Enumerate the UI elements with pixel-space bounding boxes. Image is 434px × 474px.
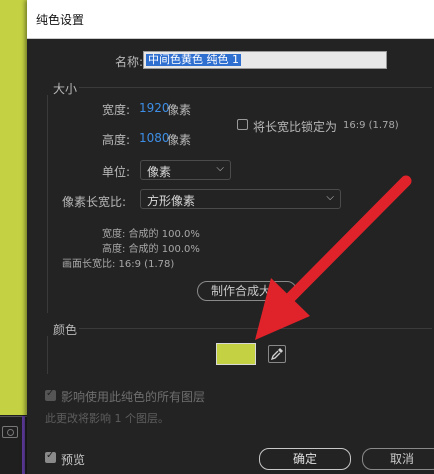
name-input[interactable]: 中间色黄色 纯色 1 — [143, 51, 387, 69]
dialog-titlebar: 纯色设置 — [27, 0, 434, 39]
height-value[interactable]: 1080 — [139, 131, 170, 145]
name-label: 名称: — [115, 55, 144, 69]
chevron-down-icon: ⌵ — [326, 192, 334, 203]
affect-all-layers-checkbox[interactable] — [45, 388, 56, 401]
camera-icon[interactable] — [2, 426, 18, 438]
ok-button[interactable]: 确定 — [259, 448, 351, 470]
unit-select[interactable]: 像素 ⌵ — [140, 160, 231, 180]
name-input-value: 中间色黄色 纯色 1 — [146, 53, 241, 66]
eyedropper-icon — [270, 348, 283, 361]
width-value[interactable]: 1920 — [139, 101, 170, 115]
height-label: 高度: — [102, 133, 131, 147]
comp-width-info: 宽度: 合成的 100.0% — [102, 229, 200, 240]
frame-aspect-info: 画面长宽比: 16:9 (1.78) — [62, 259, 175, 270]
unit-select-value: 像素 — [147, 165, 172, 179]
size-group-border — [47, 95, 48, 313]
affect-all-layers-label: 影响使用此纯色的所有图层 — [61, 390, 206, 404]
solid-settings-dialog: 纯色设置 名称: 中间色黄色 纯色 1 大小 宽度: 1920 像素 高度: 1… — [27, 0, 434, 474]
timeline-marker — [22, 416, 25, 474]
pixel-aspect-select-value: 方形像素 — [147, 194, 196, 208]
preview-checkbox[interactable] — [45, 450, 56, 463]
unit-label: 单位: — [102, 165, 131, 179]
preview-label: 预览 — [61, 453, 86, 467]
color-group-border — [47, 336, 48, 374]
size-group-label: 大小 — [53, 82, 78, 96]
pixel-aspect-select[interactable]: 方形像素 ⌵ — [140, 189, 341, 209]
make-comp-size-button[interactable]: 制作合成大小 — [197, 281, 297, 301]
lock-ratio-value: 16:9 (1.78) — [343, 120, 399, 131]
comp-height-info: 高度: 合成的 100.0% — [102, 244, 200, 255]
lock-ratio-label: 将长宽比锁定为 — [253, 120, 338, 134]
eyedropper-button[interactable] — [268, 345, 286, 363]
color-swatch[interactable] — [216, 343, 256, 365]
size-group-divider — [79, 87, 432, 88]
lock-ratio-checkbox[interactable] — [237, 119, 248, 130]
dialog-title: 纯色设置 — [36, 13, 85, 27]
height-unit: 像素 — [167, 133, 192, 147]
width-label: 宽度: — [102, 103, 131, 117]
color-group-divider — [79, 328, 432, 329]
width-unit: 像素 — [167, 103, 192, 117]
color-group-label: 颜色 — [53, 323, 78, 337]
cancel-button[interactable]: 取消 — [362, 448, 434, 470]
affect-note: 此更改将影响 1 个图层。 — [45, 412, 169, 425]
pixel-aspect-label: 像素长宽比: — [62, 195, 127, 209]
chevron-down-icon: ⌵ — [216, 163, 224, 174]
